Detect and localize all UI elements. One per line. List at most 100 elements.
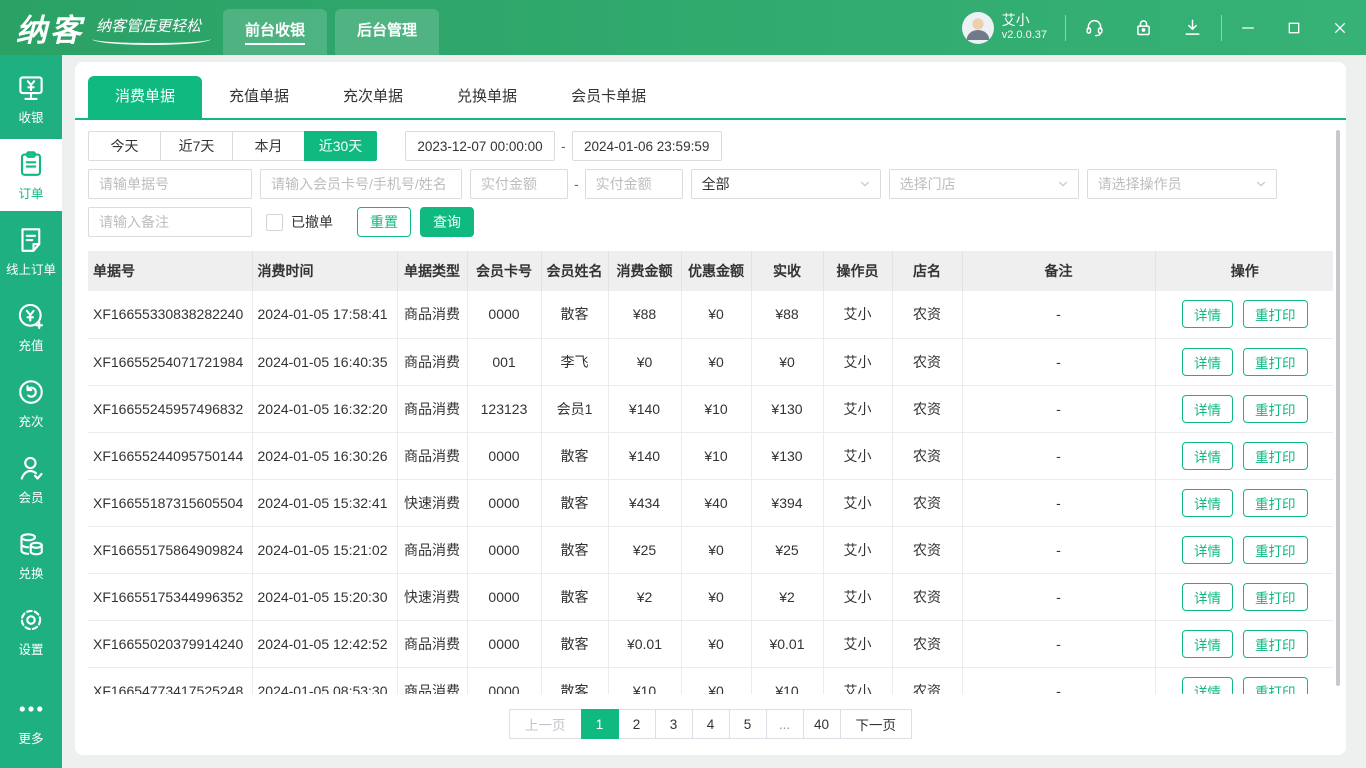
- sidebar-item-exchange[interactable]: 兑换: [0, 519, 62, 591]
- minimize-icon[interactable]: [1240, 20, 1256, 36]
- topnav-back-admin[interactable]: 后台管理: [335, 9, 440, 55]
- sidebar: 收银 订单 线上订单 充值 充次 会员 兑换 设置 更多: [0, 55, 62, 768]
- cell-paid: ¥88: [751, 291, 824, 339]
- member-search-input[interactable]: [260, 169, 462, 199]
- page-button-3[interactable]: 3: [654, 709, 693, 739]
- reprint-button[interactable]: 重打印: [1243, 441, 1308, 470]
- avatar[interactable]: [961, 11, 994, 44]
- quick-range-0[interactable]: 今天: [88, 131, 161, 161]
- quick-range-2[interactable]: 本月: [232, 131, 305, 161]
- cell-store: 农资: [892, 667, 963, 694]
- reprint-button[interactable]: 重打印: [1243, 535, 1308, 564]
- cell-time: 2024-01-05 16:32:20: [252, 385, 398, 433]
- amount-min-input[interactable]: [470, 169, 568, 199]
- bill-no-input[interactable]: [88, 169, 252, 199]
- quick-range-3[interactable]: 近30天: [304, 131, 377, 161]
- sidebar-item-members[interactable]: 会员: [0, 443, 62, 515]
- cell-amount: ¥0: [608, 338, 682, 386]
- cell-time: 2024-01-05 08:53:30: [252, 667, 398, 694]
- cell-operator: 艾小: [823, 620, 893, 668]
- cell-paid: ¥130: [751, 385, 824, 433]
- column-header: 会员卡号: [467, 251, 542, 291]
- reprint-button[interactable]: 重打印: [1243, 488, 1308, 517]
- settings-icon: [16, 605, 46, 635]
- topnav-front-cashier[interactable]: 前台收银: [223, 9, 328, 55]
- vertical-scrollbar[interactable]: [1336, 130, 1340, 686]
- tab-member-card-bills[interactable]: 会员卡单据: [544, 76, 673, 118]
- cell-bill_no: XF16655020379914240: [88, 620, 253, 668]
- select-store[interactable]: 选择门店: [888, 169, 1079, 199]
- detail-button[interactable]: 详情: [1182, 300, 1233, 329]
- reset-button[interactable]: 重置: [357, 207, 411, 237]
- sidebar-item-recharge[interactable]: 充值: [0, 291, 62, 363]
- cell-bill_no: XF16655175864909824: [88, 526, 253, 574]
- tab-recharge-bills[interactable]: 充值单据: [202, 76, 316, 118]
- cell-card_no: 0000: [467, 291, 542, 339]
- cell-remark: -: [962, 291, 1156, 339]
- detail-button[interactable]: 详情: [1182, 347, 1233, 376]
- sidebar-item-orders[interactable]: 订单: [0, 139, 62, 211]
- cell-actions: 详情 重打印: [1155, 432, 1333, 480]
- page-button-1[interactable]: 1: [580, 709, 619, 739]
- sidebar-item-label: 兑换: [18, 567, 44, 581]
- page-button-2[interactable]: 2: [617, 709, 656, 739]
- detail-button[interactable]: 详情: [1182, 629, 1233, 658]
- lock-icon[interactable]: [1133, 17, 1154, 38]
- topbar-divider: [1221, 14, 1222, 41]
- next-page-button[interactable]: 下一页: [839, 709, 912, 739]
- cell-actions: 详情 重打印: [1155, 479, 1333, 527]
- sidebar-item-settings[interactable]: 设置: [0, 595, 62, 667]
- reprint-button[interactable]: 重打印: [1243, 676, 1308, 694]
- reprint-button[interactable]: 重打印: [1243, 629, 1308, 658]
- user-name: 艾小: [1001, 11, 1030, 28]
- cell-type: 商品消费: [397, 526, 468, 574]
- cell-amount: ¥140: [608, 385, 682, 433]
- reprint-button[interactable]: 重打印: [1243, 300, 1308, 329]
- select-bill-type[interactable]: 全部: [690, 169, 881, 199]
- prev-page-button[interactable]: 上一页: [509, 709, 582, 739]
- tab-exchange-bills[interactable]: 兑换单据: [430, 76, 544, 118]
- detail-button[interactable]: 详情: [1182, 394, 1233, 423]
- detail-button[interactable]: 详情: [1182, 535, 1233, 564]
- date-to-input[interactable]: [571, 131, 722, 161]
- revoked-checkbox[interactable]: [266, 213, 283, 231]
- date-from-input[interactable]: [405, 131, 555, 161]
- quick-range-1[interactable]: 近7天: [160, 131, 233, 161]
- cell-actions: 详情 重打印: [1155, 385, 1333, 433]
- tab-recharge-times-bills[interactable]: 充次单据: [316, 76, 430, 118]
- cell-store: 农资: [892, 526, 963, 574]
- app-version: v2.0.0.37: [1001, 29, 1047, 42]
- sidebar-item-label: 订单: [18, 187, 44, 201]
- bills-table: 单据号 消费时间 单据类型 会员卡号 会员姓名 消费金额 优惠金额 实收 操作员 店名 备注 操作 X…: [88, 251, 1333, 694]
- search-button[interactable]: 查询: [420, 207, 474, 237]
- cell-store: 农资: [892, 291, 963, 339]
- reprint-button[interactable]: 重打印: [1243, 394, 1308, 423]
- reprint-button[interactable]: 重打印: [1243, 347, 1308, 376]
- service-icon[interactable]: [1084, 17, 1105, 38]
- page-button-4[interactable]: 4: [691, 709, 730, 739]
- sidebar-item-more[interactable]: 更多: [0, 684, 62, 756]
- tab-consume-bills[interactable]: 消费单据: [88, 76, 203, 118]
- page-button-5[interactable]: 5: [728, 709, 767, 739]
- sidebar-item-cashier[interactable]: 收银: [0, 63, 62, 135]
- page-button-40[interactable]: 40: [802, 709, 841, 739]
- detail-button[interactable]: 详情: [1182, 488, 1233, 517]
- detail-button[interactable]: 详情: [1182, 582, 1233, 611]
- amount-max-input[interactable]: [584, 169, 683, 199]
- detail-button[interactable]: 详情: [1182, 676, 1233, 694]
- cell-store: 农资: [892, 479, 963, 527]
- maximize-icon[interactable]: [1286, 20, 1302, 36]
- app-slogan: 纳客管店更轻松: [91, 15, 212, 45]
- filter-row-fields: - 全部 选择门店 请选择操作员: [88, 169, 1333, 199]
- cell-remark: -: [962, 385, 1156, 433]
- close-icon[interactable]: [1332, 20, 1348, 36]
- download-icon[interactable]: [1182, 17, 1203, 38]
- table-row: XF16655175344996352 2024-01-05 15:20:30 快速…: [88, 573, 1333, 621]
- select-operator[interactable]: 请选择操作员: [1086, 169, 1277, 199]
- remark-input[interactable]: [88, 207, 252, 237]
- reprint-button[interactable]: 重打印: [1243, 582, 1308, 611]
- sidebar-item-online-orders[interactable]: 线上订单: [0, 215, 62, 287]
- page-ellipsis[interactable]: ...: [765, 709, 804, 739]
- detail-button[interactable]: 详情: [1182, 441, 1233, 470]
- sidebar-item-recharge-times[interactable]: 充次: [0, 367, 62, 439]
